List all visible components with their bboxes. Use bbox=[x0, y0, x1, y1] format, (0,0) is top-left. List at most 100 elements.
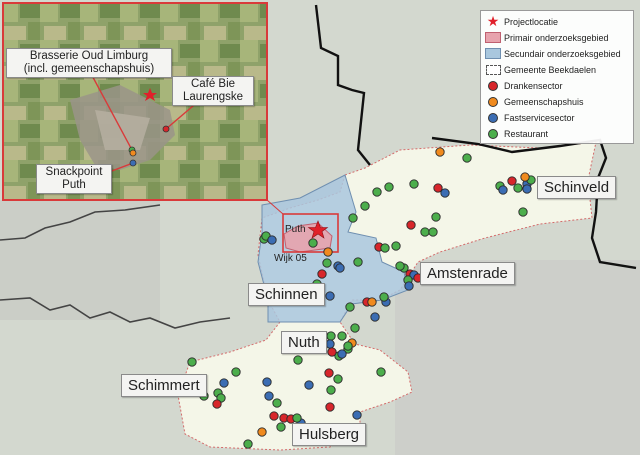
legend-label: Restaurant bbox=[504, 128, 549, 139]
legend-item-gemeenschapshuis: Gemeenschapshuis bbox=[485, 95, 584, 108]
poi-restaurant[interactable] bbox=[187, 357, 197, 367]
legend-item-project: ★ Projectlocatie bbox=[485, 13, 559, 29]
poi-restaurant[interactable] bbox=[395, 261, 405, 271]
legend-item-primary: Primair onderzoeksgebied bbox=[485, 31, 609, 44]
poi-restaurant[interactable] bbox=[272, 398, 282, 408]
poi-drankensector[interactable] bbox=[406, 220, 416, 230]
legend-item-secondary: Secundair onderzoeksgebied bbox=[485, 47, 621, 60]
poi-restaurant[interactable] bbox=[428, 227, 438, 237]
swatch-icon bbox=[485, 32, 501, 43]
poi-fastservice[interactable] bbox=[262, 377, 272, 387]
poi-restaurant[interactable] bbox=[409, 179, 419, 189]
poi-drankensector[interactable] bbox=[327, 347, 337, 357]
label-brasserie: Brasserie Oud Limburg (incl. gemeenschap… bbox=[6, 48, 172, 78]
poi-gemeenschapshuis[interactable] bbox=[520, 172, 530, 182]
poi-fastservice[interactable] bbox=[267, 235, 277, 245]
map-view[interactable]: ★ Projectlocatie Primair onderzoeksgebie… bbox=[0, 0, 640, 455]
poi-fastservice[interactable] bbox=[335, 263, 345, 273]
poi-restaurant[interactable] bbox=[345, 302, 355, 312]
legend-item-municipality: Gemeente Beekdaelen bbox=[485, 63, 596, 76]
poi-fastservice[interactable] bbox=[219, 378, 229, 388]
legend-item-drankensector: Drankensector bbox=[485, 79, 563, 92]
poi-restaurant[interactable] bbox=[293, 355, 303, 365]
poi-restaurant[interactable] bbox=[322, 258, 332, 268]
poi-drankensector[interactable] bbox=[507, 176, 517, 186]
poi-gemeenschapshuis[interactable] bbox=[257, 427, 267, 437]
urban-area bbox=[395, 260, 640, 455]
legend-label: Fastservicesector bbox=[504, 112, 575, 123]
poi-restaurant[interactable] bbox=[333, 374, 343, 384]
poi-restaurant[interactable] bbox=[384, 182, 394, 192]
poi-fastservice[interactable] bbox=[522, 184, 532, 194]
legend-label: Projectlocatie bbox=[504, 16, 559, 27]
poi-fastservice[interactable] bbox=[325, 291, 335, 301]
poi-restaurant[interactable] bbox=[337, 331, 347, 341]
label-snackpoint: Snackpoint Puth bbox=[36, 164, 112, 194]
label-wijk: Wijk 05 bbox=[274, 253, 307, 264]
poi-restaurant[interactable] bbox=[343, 341, 353, 351]
poi-fastservice[interactable] bbox=[325, 339, 335, 349]
inset-poi-gemeenschapshuis bbox=[129, 149, 137, 157]
poi-drankensector[interactable] bbox=[325, 402, 335, 412]
poi-restaurant[interactable] bbox=[326, 331, 336, 341]
label-hulsberg: Hulsberg bbox=[292, 423, 367, 446]
label-amstenrade: Amstenrade bbox=[420, 262, 515, 285]
poi-gemeenschapshuis[interactable] bbox=[323, 247, 333, 257]
label-schinnen: Schinnen bbox=[248, 283, 325, 306]
poi-fastservice[interactable] bbox=[304, 380, 314, 390]
poi-fastservice[interactable] bbox=[440, 188, 450, 198]
poi-fastservice[interactable] bbox=[352, 410, 362, 420]
poi-restaurant[interactable] bbox=[350, 323, 360, 333]
dot-icon bbox=[485, 112, 501, 123]
legend-label: Gemeenschapshuis bbox=[504, 96, 584, 107]
poi-restaurant[interactable] bbox=[348, 213, 358, 223]
poi-restaurant[interactable] bbox=[462, 153, 472, 163]
poi-restaurant[interactable] bbox=[391, 241, 401, 251]
poi-gemeenschapshuis[interactable] bbox=[435, 147, 445, 157]
legend-item-fastservice: Fastservicesector bbox=[485, 111, 575, 124]
label-nuth: Nuth bbox=[281, 331, 327, 354]
poi-restaurant[interactable] bbox=[276, 422, 286, 432]
poi-drankensector[interactable] bbox=[212, 399, 222, 409]
poi-restaurant[interactable] bbox=[513, 183, 523, 193]
poi-restaurant[interactable] bbox=[308, 238, 318, 248]
inset-poi-drankensector bbox=[162, 125, 170, 133]
poi-restaurant[interactable] bbox=[518, 207, 528, 217]
poi-restaurant[interactable] bbox=[372, 187, 382, 197]
legend-label: Primair onderzoeksgebied bbox=[504, 32, 609, 43]
label-cafe: Café Bie Laurengske bbox=[172, 76, 254, 106]
poi-restaurant[interactable] bbox=[431, 212, 441, 222]
star-icon: ★ bbox=[486, 13, 500, 29]
poi-restaurant[interactable] bbox=[376, 367, 386, 377]
poi-drankensector[interactable] bbox=[317, 269, 327, 279]
dashed-swatch-icon bbox=[485, 64, 501, 75]
label-puth: Puth bbox=[285, 224, 306, 235]
legend-label: Secundair onderzoeksgebied bbox=[504, 48, 621, 59]
poi-fastservice[interactable] bbox=[498, 185, 508, 195]
poi-drankensector[interactable] bbox=[324, 368, 334, 378]
poi-restaurant[interactable] bbox=[353, 257, 363, 267]
poi-restaurant[interactable] bbox=[420, 227, 430, 237]
poi-fastservice[interactable] bbox=[370, 312, 380, 322]
poi-restaurant[interactable] bbox=[231, 367, 241, 377]
poi-fastservice[interactable] bbox=[337, 349, 347, 359]
dot-icon bbox=[485, 128, 501, 139]
dot-icon bbox=[485, 80, 501, 91]
poi-restaurant[interactable] bbox=[243, 439, 253, 449]
map-legend: ★ Projectlocatie Primair onderzoeksgebie… bbox=[480, 10, 634, 144]
swatch-icon bbox=[485, 48, 501, 59]
legend-item-restaurant: Restaurant bbox=[485, 127, 548, 140]
poi-restaurant[interactable] bbox=[380, 243, 390, 253]
label-schimmert: Schimmert bbox=[121, 374, 207, 397]
poi-drankensector[interactable] bbox=[269, 411, 279, 421]
poi-restaurant[interactable] bbox=[292, 413, 302, 423]
poi-fastservice[interactable] bbox=[264, 391, 274, 401]
inset-poi-fastservice bbox=[129, 159, 137, 167]
poi-gemeenschapshuis[interactable] bbox=[367, 297, 377, 307]
legend-label: Gemeente Beekdaelen bbox=[504, 64, 597, 75]
poi-restaurant[interactable] bbox=[379, 292, 389, 302]
poi-restaurant[interactable] bbox=[326, 385, 336, 395]
poi-restaurant[interactable] bbox=[360, 201, 370, 211]
legend-label: Drankensector bbox=[504, 80, 563, 91]
poi-fastservice[interactable] bbox=[404, 281, 414, 291]
